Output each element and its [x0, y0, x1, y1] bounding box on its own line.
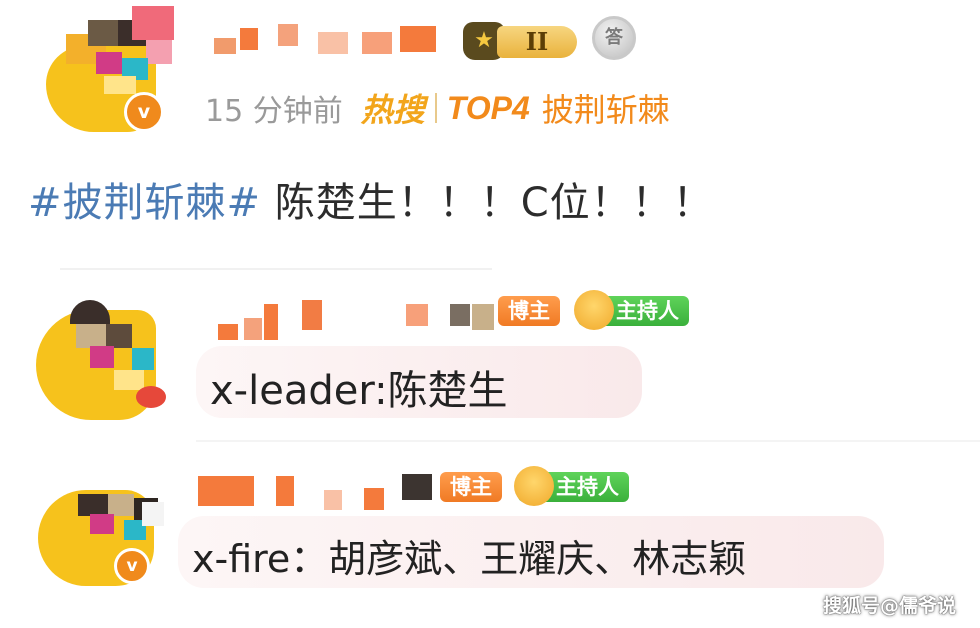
comment-text: x-leader:陈楚生: [210, 368, 508, 414]
author-avatar[interactable]: v: [46, 6, 186, 132]
verified-badge-icon: v: [124, 92, 164, 132]
post-hashtag-link[interactable]: #披荆斩棘#: [28, 180, 261, 226]
verified-badge-icon: v: [114, 548, 150, 584]
comment-text: x-fire：胡彦斌、王耀庆、林志颖: [192, 537, 747, 581]
watermark: 搜狐号@儒爷说: [822, 595, 956, 617]
comment-bubble[interactable]: x-fire：胡彦斌、王耀庆、林志颖: [178, 516, 884, 588]
author-name-redacted[interactable]: [214, 24, 444, 56]
host-emoji-icon: [574, 290, 614, 330]
blogger-tag: 博主: [440, 472, 502, 502]
level-badge-label: II: [497, 26, 577, 58]
medal-icon[interactable]: 答: [592, 16, 636, 60]
host-tag: 主持人: [514, 466, 629, 506]
post-meta: 15 分钟前 热搜 TOP4 披荆斩棘: [205, 86, 670, 130]
post-time: 15 分钟前: [205, 94, 343, 129]
host-tag-label: 主持人: [616, 299, 679, 323]
hot-rank[interactable]: TOP4: [447, 90, 530, 127]
post-content: #披荆斩棘# 陈楚生！！！C位！！！: [28, 170, 714, 228]
blogger-tag: 博主: [498, 296, 560, 326]
comment-bubble[interactable]: x-leader:陈楚生: [196, 346, 642, 418]
post-body-text: 陈楚生！！！C位！！！: [261, 180, 714, 226]
host-tag: 主持人: [574, 290, 689, 330]
comment-avatar[interactable]: [36, 300, 176, 420]
divider: [60, 268, 492, 270]
host-tag-label: 主持人: [556, 475, 619, 499]
user-level-badge[interactable]: ★ II: [463, 18, 579, 64]
host-emoji-icon: [514, 466, 554, 506]
comment-author-redacted[interactable]: [218, 298, 498, 342]
divider: [196, 440, 980, 442]
comment-author-redacted[interactable]: [198, 470, 438, 510]
hot-topic[interactable]: 披荆斩棘: [542, 85, 670, 131]
comment-avatar[interactable]: v: [38, 490, 168, 590]
hot-search-label[interactable]: 热搜: [361, 85, 425, 131]
hot-separator: [434, 93, 437, 123]
